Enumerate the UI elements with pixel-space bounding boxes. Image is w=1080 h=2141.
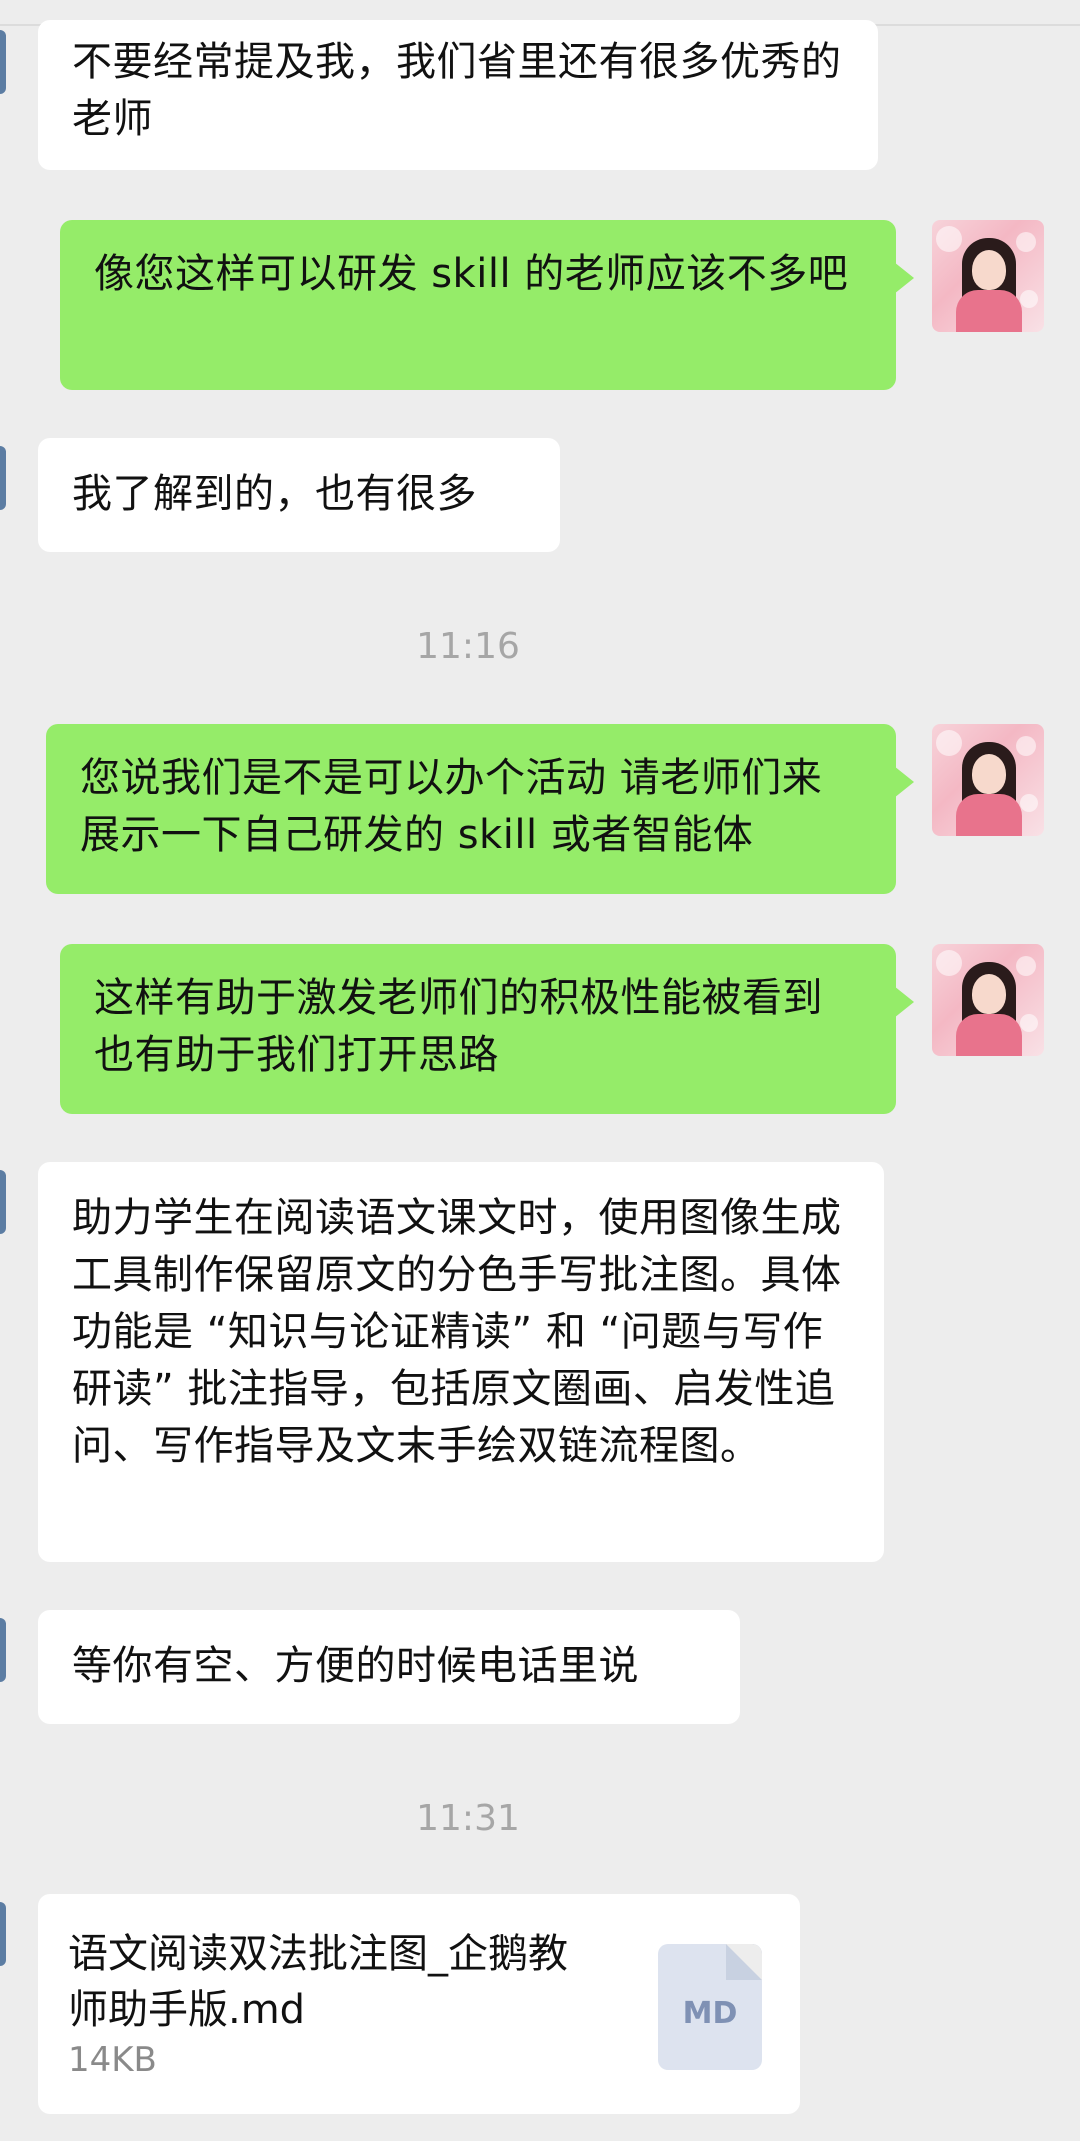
incoming-message-bubble[interactable]: 等你有空、方便的时候电话里说 <box>38 1610 740 1724</box>
message-text: 这样有助于激发老师们的积极性能被看到也有助于我们打开思路 <box>94 975 823 1078</box>
incoming-message-bubble[interactable]: 助力学生在阅读语文课文时，使用图像生成工具制作保留原文的分色手写批注图。具体功能… <box>38 1162 884 1562</box>
user-avatar[interactable] <box>932 220 1044 332</box>
message-text: 等你有空、方便的时候电话里说 <box>72 1643 639 1689</box>
file-extension-label: MD <box>682 1996 738 2031</box>
user-avatar[interactable] <box>932 944 1044 1056</box>
user-avatar[interactable] <box>932 724 1044 836</box>
message-text: 我了解到的，也有很多 <box>72 471 477 517</box>
message-text: 助力学生在阅读语文课文时，使用图像生成工具制作保留原文的分色手写批注图。具体功能… <box>72 1195 842 1469</box>
timestamp: 11:31 <box>416 1798 520 1839</box>
file-name: 语文阅读双法批注图_企鹅教师助手版.md <box>68 1931 568 2033</box>
outgoing-message-bubble[interactable]: 像您这样可以研发 skill 的老师应该不多吧 <box>60 220 914 390</box>
file-message-card[interactable]: 语文阅读双法批注图_企鹅教师助手版.md 14KB MD <box>38 1894 800 2114</box>
message-text: 像您这样可以研发 skill 的老师应该不多吧 <box>94 251 849 297</box>
file-size: 14KB <box>68 2040 157 2080</box>
message-text: 您说我们是不是可以办个活动 请老师们来展示一下自己研发的 skill 或者智能体 <box>80 755 823 858</box>
incoming-message-bubble[interactable]: 我了解到的，也有很多 <box>38 438 560 552</box>
contact-avatar[interactable] <box>0 446 6 510</box>
contact-avatar[interactable] <box>0 1902 6 1966</box>
contact-avatar[interactable] <box>0 30 6 94</box>
document-icon: MD <box>658 1944 762 2070</box>
outgoing-message-bubble[interactable]: 这样有助于激发老师们的积极性能被看到也有助于我们打开思路 <box>60 944 914 1114</box>
timestamp: 11:16 <box>416 626 520 667</box>
message-text: 不要经常提及我，我们省里还有很多优秀的老师 <box>72 39 842 142</box>
contact-avatar[interactable] <box>0 1618 6 1682</box>
incoming-message-bubble[interactable]: 不要经常提及我，我们省里还有很多优秀的老师 <box>38 20 878 170</box>
outgoing-message-bubble[interactable]: 您说我们是不是可以办个活动 请老师们来展示一下自己研发的 skill 或者智能体 <box>46 724 914 894</box>
contact-avatar[interactable] <box>0 1170 6 1234</box>
